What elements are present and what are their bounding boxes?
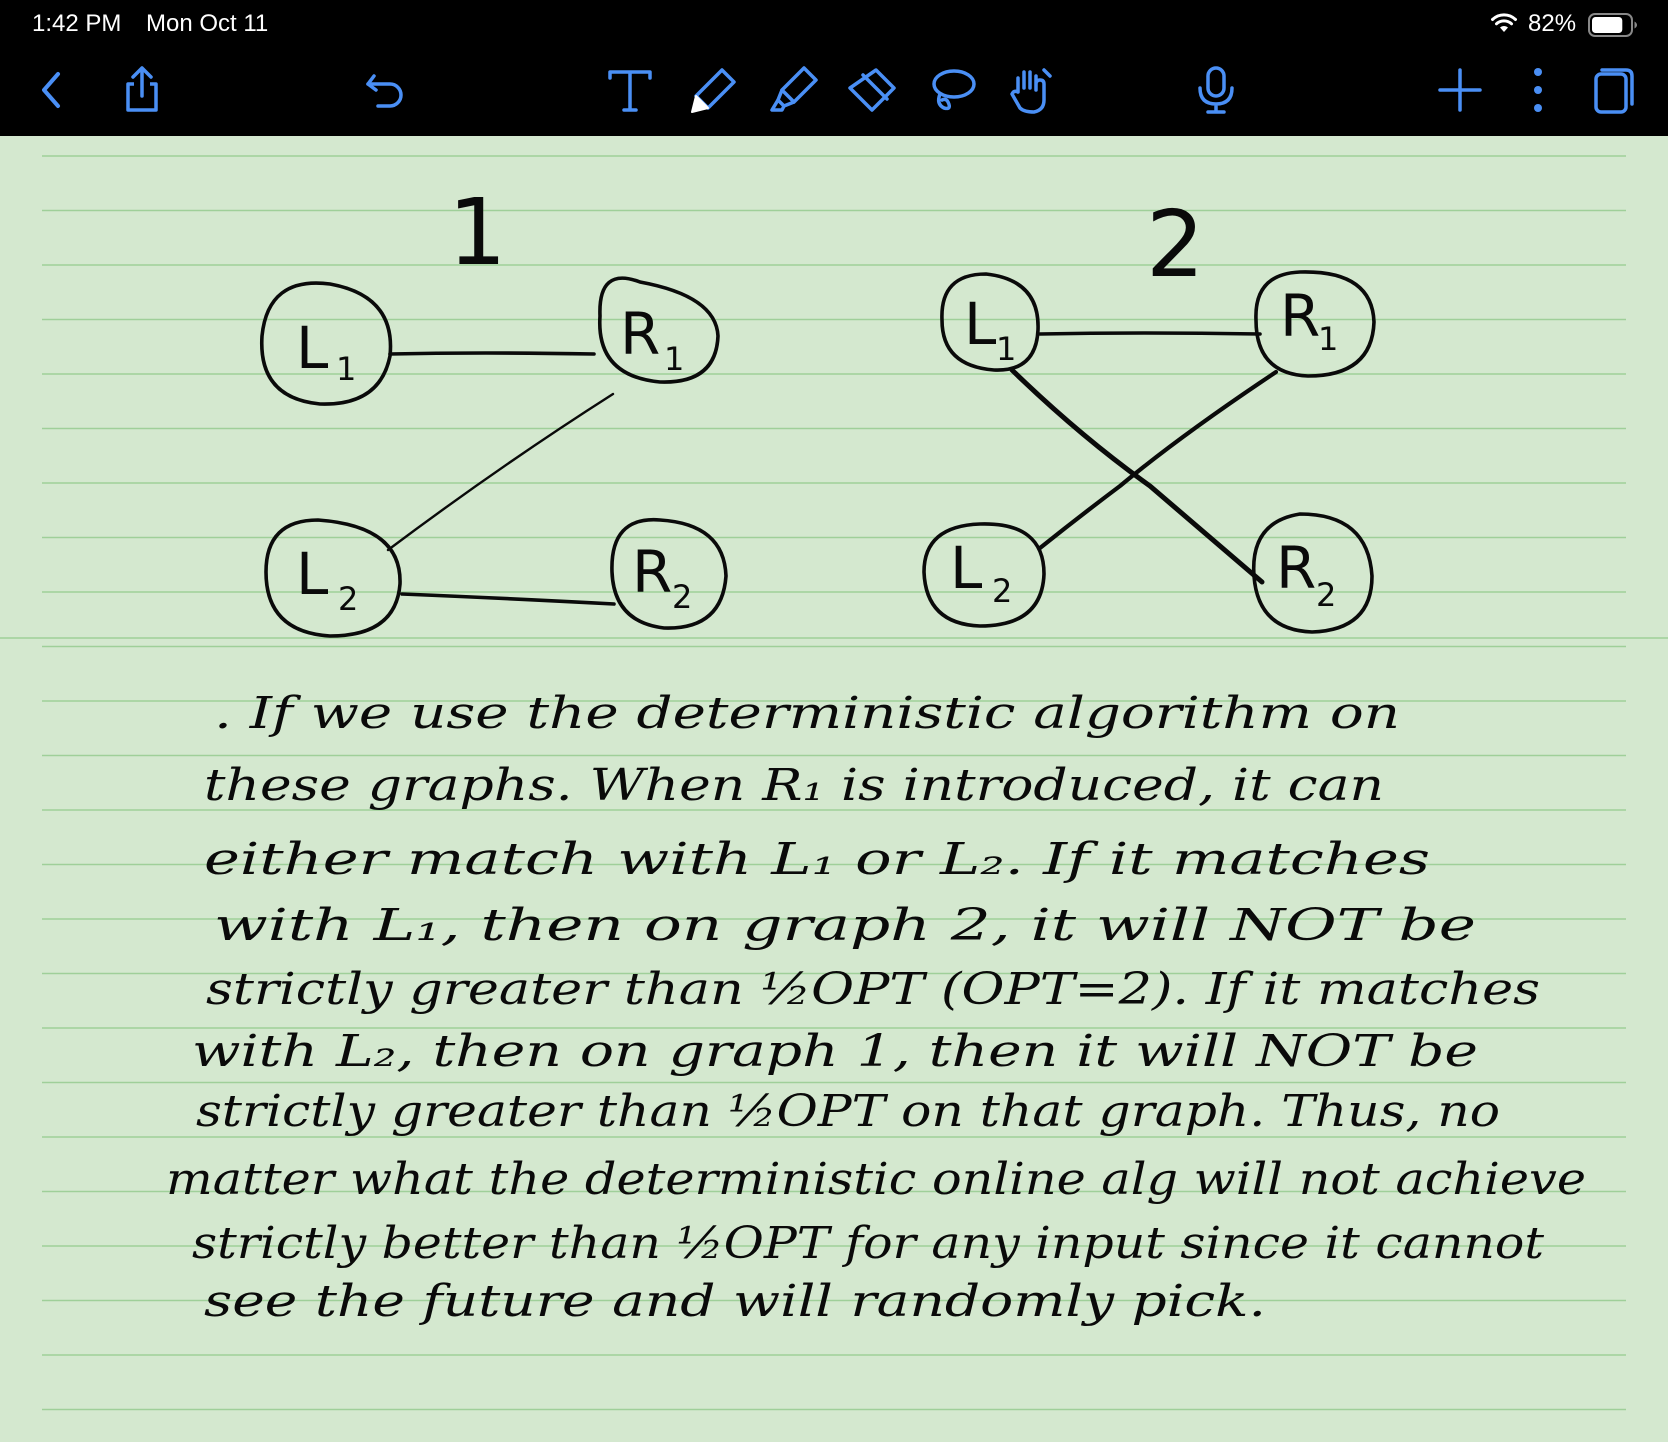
undo-icon — [366, 74, 403, 108]
node-subscript: 1 — [336, 350, 356, 388]
pen-tool-button[interactable] — [684, 58, 744, 122]
wifi-icon — [1490, 11, 1518, 35]
note-line: these graphs. When R₁ is introduced, it … — [204, 760, 1384, 811]
note-line: strictly greater than ½OPT (OPT=2). If i… — [206, 964, 1540, 1015]
graph-1-edge-r1-l2 — [386, 392, 615, 552]
graph-2-title: 2 — [1146, 191, 1205, 298]
note-line: matter what the deterministic online alg… — [166, 1154, 1586, 1205]
more-button[interactable] — [1508, 58, 1568, 122]
graph-2-edge-r1-l2 — [1037, 369, 1279, 551]
graph-2-edge-l1-r2 — [1009, 367, 1265, 585]
graph-1-edge-l1-r1 — [388, 351, 596, 356]
battery-percent: 82% — [1528, 10, 1577, 37]
text-tool-button[interactable] — [600, 58, 660, 122]
highlighter-tool-icon — [770, 66, 818, 112]
node-label: R — [620, 300, 660, 368]
status-bar: 1:42 PM Mon Oct 11 82% — [0, 0, 1668, 48]
node-subscript: 2 — [1316, 576, 1336, 614]
note-line: with L₁, then on graph 2, it will NOT be — [214, 900, 1476, 951]
node-label: R — [1280, 282, 1320, 350]
pages-button[interactable] — [1584, 58, 1644, 122]
node-subscript: 1 — [664, 340, 684, 378]
graph-2: 2 L 1 R 1 L 2 R 2 — [922, 191, 1376, 634]
graph-1-node-l1: L 1 — [260, 281, 393, 406]
node-label: R — [632, 538, 672, 606]
handwriting-canvas[interactable]: 1 L 1 R 1 L 2 R 2 2 L 1 R 1 L 2 R 2 . If… — [0, 136, 1668, 1442]
note-line: strictly better than ½OPT for any input … — [192, 1218, 1544, 1269]
graph-1-edge-l2-r2 — [400, 592, 616, 606]
note-line: either match with L₁ or L₂. If it matche… — [204, 834, 1430, 885]
handwritten-notes: . If we use the deterministic algorithm … — [166, 688, 1586, 1327]
pen-tool-icon — [691, 68, 736, 113]
toolbar — [0, 48, 1668, 136]
lasso-tool-button[interactable] — [922, 58, 982, 122]
graph-2-edge-l1-r1 — [1038, 331, 1262, 336]
pages-icon — [1594, 68, 1634, 114]
lasso-tool-icon — [932, 69, 976, 111]
microphone-button[interactable] — [1186, 58, 1246, 122]
battery-icon — [1588, 13, 1638, 37]
note-line: . If we use the deterministic algorithm … — [214, 688, 1400, 739]
share-icon — [126, 66, 158, 112]
node-subscript: 2 — [338, 580, 358, 618]
node-label: L — [296, 314, 328, 382]
graph-1-node-r2: R 2 — [610, 518, 728, 630]
share-button[interactable] — [112, 58, 172, 122]
node-label: L — [950, 534, 982, 602]
text-tool-icon — [608, 70, 652, 112]
node-label: R — [1276, 534, 1316, 602]
graph-2-node-l1: L 1 — [940, 272, 1040, 372]
notes-app: 1:42 PM Mon Oct 11 82% 1 L 1 R 1 L 2 R 2… — [0, 0, 1668, 1442]
plus-icon — [1438, 68, 1482, 112]
node-subscript: 1 — [996, 330, 1016, 368]
node-label: L — [964, 290, 996, 358]
microphone-icon — [1198, 66, 1234, 114]
node-label: L — [296, 540, 328, 608]
eraser-tool-icon — [848, 68, 896, 112]
node-subscript: 1 — [1318, 320, 1338, 358]
node-subscript: 2 — [992, 572, 1012, 610]
eraser-tool-button[interactable] — [842, 58, 902, 122]
graph-2-node-r2: R 2 — [1251, 512, 1374, 634]
highlighter-tool-button[interactable] — [764, 58, 824, 122]
graph-1-node-l2: L 2 — [264, 518, 402, 638]
node-subscript: 2 — [672, 578, 692, 616]
graph-1-node-r1: R 1 — [598, 276, 720, 384]
add-page-button[interactable] — [1430, 58, 1490, 122]
note-page[interactable]: 1 L 1 R 1 L 2 R 2 2 L 1 R 1 L 2 R 2 . If… — [0, 136, 1668, 1442]
graph-2-node-l2: L 2 — [922, 522, 1046, 628]
graph-1-title: 1 — [448, 179, 507, 286]
back-button[interactable] — [22, 58, 82, 122]
undo-button[interactable] — [356, 58, 416, 122]
status-time: 1:42 PM — [32, 10, 122, 37]
hand-tool-button[interactable] — [1000, 58, 1060, 122]
note-line: with L₂, then on graph 1, then it will N… — [192, 1026, 1478, 1077]
note-line: strictly greater than ½OPT on that graph… — [196, 1086, 1500, 1137]
graph-2-node-r1: R 1 — [1254, 270, 1376, 378]
more-vertical-icon — [1534, 68, 1542, 112]
hand-tool-icon — [1010, 68, 1052, 114]
chevron-left-icon — [42, 72, 60, 108]
status-date: Mon Oct 11 — [146, 10, 269, 37]
graph-1: 1 L 1 R 1 L 2 R 2 — [260, 179, 728, 638]
note-line: see the future and will randomly pick. — [204, 1276, 1266, 1327]
